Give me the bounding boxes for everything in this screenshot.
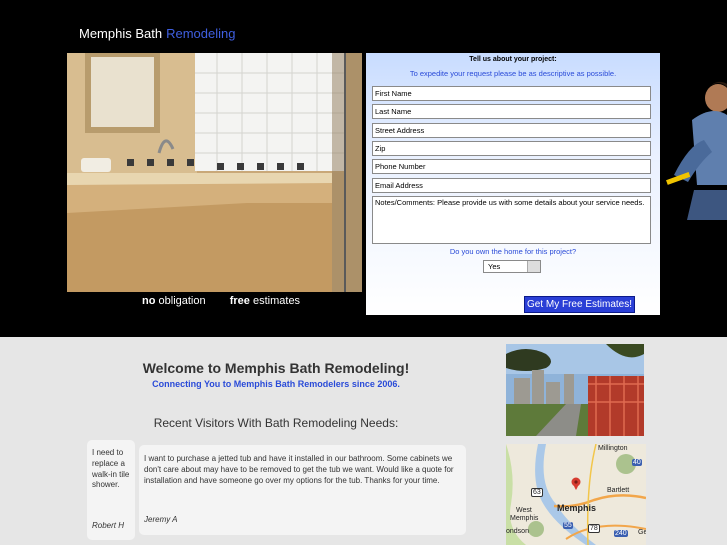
tagline-free: free (229, 295, 250, 307)
first-name-field[interactable] (372, 86, 651, 101)
form-title: Tell us about your project: (469, 56, 557, 63)
phone-field[interactable] (372, 159, 651, 174)
contractor-photo (664, 80, 727, 220)
chevron-down-icon (527, 261, 540, 272)
map-label-west: West (516, 507, 532, 514)
street-address-field[interactable] (372, 123, 651, 138)
testimonial-text: I need to replace a walk-in tile shower. (92, 448, 130, 490)
estimate-form: Tell us about your project: To expedite … (366, 53, 660, 315)
last-name-field[interactable] (372, 104, 651, 119)
zip-field[interactable] (372, 141, 651, 156)
highway-shield-icon: 78 (588, 524, 600, 533)
interstate-shield-icon: 55 (563, 522, 573, 529)
brand-highlight: Remodeling (166, 26, 236, 41)
memphis-city-photo (506, 344, 644, 436)
tagline-no: no (142, 295, 156, 307)
connecting-tagline: Connecting You to Memphis Bath Remodeler… (152, 379, 400, 389)
tagline-estimates: estimates (252, 295, 301, 307)
own-home-value: Yes (488, 262, 501, 271)
notes-field[interactable] (372, 196, 651, 244)
testimonial-text: I want to purchase a jetted tub and have… (144, 454, 454, 485)
own-home-select[interactable]: Yes (483, 260, 541, 273)
map-label-ge: Ge (638, 529, 646, 536)
testimonial-author: Jeremy A (144, 515, 178, 524)
testimonial-author: Robert H (92, 521, 125, 530)
own-home-question: Do you own the home for this project? (449, 247, 577, 256)
testimonial-card: I want to purchase a jetted tub and have… (139, 445, 466, 535)
highway-shield-icon: 63 (531, 488, 543, 497)
map-label-ondson: ondson (506, 528, 529, 535)
form-subtitle: To expedite your request please be as de… (409, 69, 617, 78)
map-label-millington: Millington (598, 445, 628, 452)
interstate-shield-icon: 240 (614, 530, 628, 537)
interstate-shield-icon: 40 (632, 459, 642, 466)
area-map[interactable]: Millington Bartlett Memphis West Memphis… (506, 444, 646, 545)
bathroom-photo (67, 53, 362, 292)
welcome-heading: Welcome to Memphis Bath Remodeling! (142, 360, 410, 376)
tagline-obligation: obligation (158, 295, 206, 307)
get-estimates-button[interactable]: Get My Free Estimates! (524, 296, 635, 313)
brand-main: Memphis Bath (79, 26, 163, 41)
map-label-west-memphis: Memphis (510, 515, 539, 522)
map-label-bartlett: Bartlett (607, 487, 630, 494)
map-label-memphis: Memphis (557, 503, 597, 513)
site-brand[interactable]: Memphis Bath Remodeling (79, 26, 235, 41)
email-field[interactable] (372, 178, 651, 193)
testimonial-card: I need to replace a walk-in tile shower.… (87, 440, 135, 540)
recent-visitors-heading: Recent Visitors With Bath Remodeling Nee… (153, 416, 399, 430)
hero-tagline: no obligation free estimates (142, 295, 300, 307)
